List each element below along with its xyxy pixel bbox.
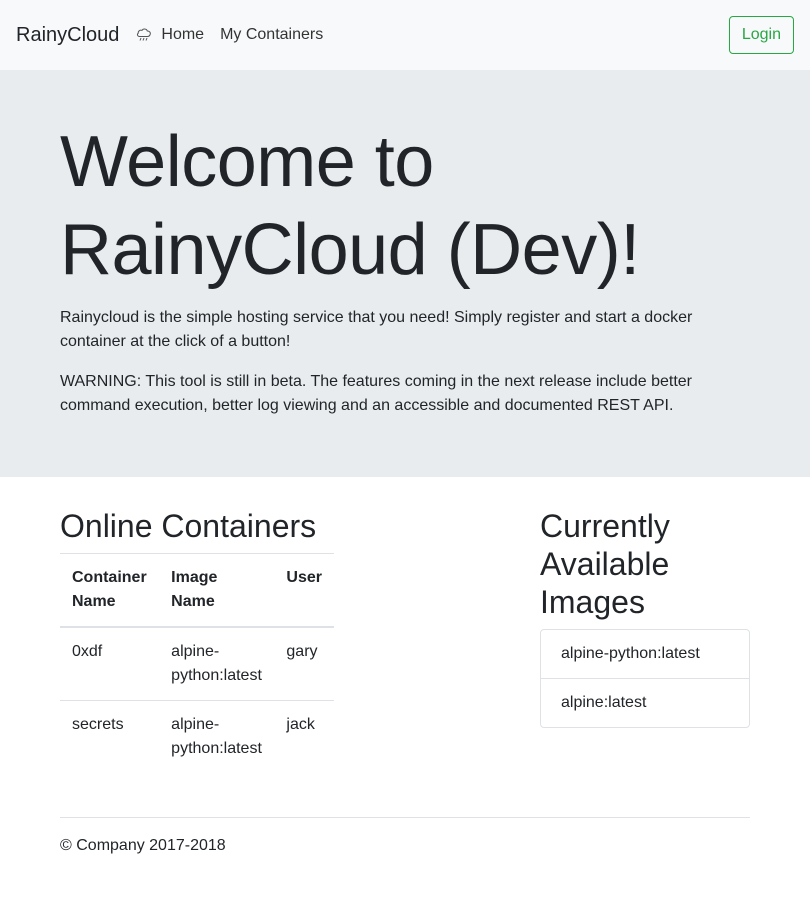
column-header: Image Name xyxy=(159,553,275,628)
navbar: RainyCloud Home My Containers Login xyxy=(0,0,810,70)
column-header: User xyxy=(274,553,334,628)
brand-link[interactable]: RainyCloud xyxy=(16,20,119,50)
footer: © Company 2017-2018 xyxy=(60,817,750,858)
images-column: Currently Available Images alpine-python… xyxy=(540,507,750,773)
user-cell: gary xyxy=(274,626,334,701)
table-row: 0xdf alpine-python:latest gary xyxy=(60,626,334,701)
login-button[interactable]: Login xyxy=(728,16,794,54)
hero-title-line2: RainyCloud (Dev)! xyxy=(60,210,640,290)
column-header: Container Name xyxy=(60,553,160,628)
hero-title-line1: Welcome to xyxy=(60,122,434,202)
containers-heading: Online Containers xyxy=(60,508,317,544)
hero-section: Welcome to RainyCloud (Dev)! Rainycloud … xyxy=(0,70,810,477)
nav-my-containers-link[interactable]: My Containers xyxy=(220,23,323,47)
image-name-cell: alpine-python:latest xyxy=(159,626,275,701)
nav-home-label: Home xyxy=(161,26,205,43)
hero-warning: WARNING: This tool is still in beta. The… xyxy=(60,373,692,414)
hero-title: Welcome to RainyCloud (Dev)! xyxy=(60,118,750,294)
table-row: secrets alpine-python:latest jack xyxy=(60,700,334,773)
list-item: alpine-python:latest xyxy=(561,645,700,662)
cloud-rain-icon xyxy=(135,26,153,44)
content-row: Online Containers Container Name Image N… xyxy=(0,477,810,773)
user-cell: jack xyxy=(274,700,334,773)
footer-copyright: © Company 2017-2018 xyxy=(60,837,226,854)
images-heading: Currently Available Images xyxy=(540,508,670,620)
images-list: alpine-python:latest alpine:latest xyxy=(540,629,750,728)
containers-table: Container Name Image Name User 0xdf alpi… xyxy=(60,553,334,773)
image-name-cell: alpine-python:latest xyxy=(159,700,275,773)
containers-column: Online Containers Container Name Image N… xyxy=(60,507,334,773)
hero-intro: Rainycloud is the simple hosting service… xyxy=(60,309,693,350)
list-item: alpine:latest xyxy=(541,678,749,727)
container-name-cell: secrets xyxy=(60,700,160,773)
container-name-cell: 0xdf xyxy=(60,626,160,701)
nav-home-link[interactable]: Home xyxy=(135,23,204,47)
table-header-row: Container Name Image Name User xyxy=(60,553,334,628)
